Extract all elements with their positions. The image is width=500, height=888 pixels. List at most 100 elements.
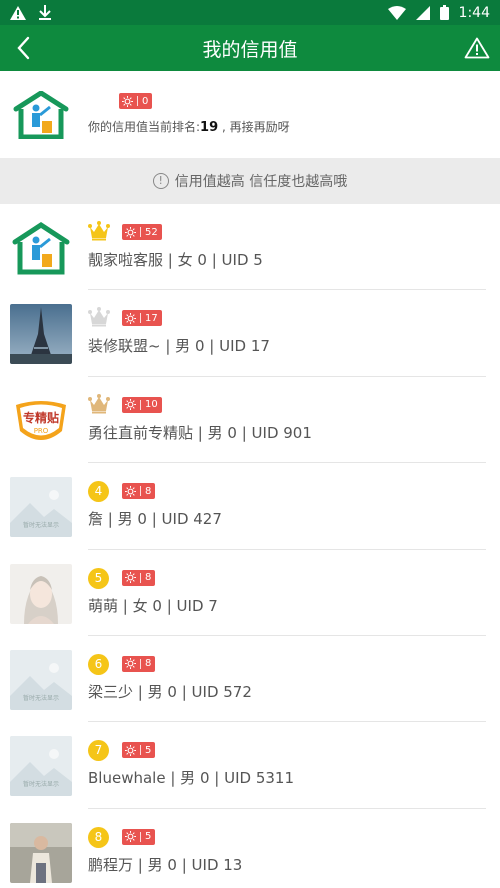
separator: | (133, 855, 148, 874)
user-avatar[interactable] (10, 218, 72, 278)
user-avatar[interactable] (10, 822, 72, 883)
user-gender: 男 (147, 855, 163, 874)
user-name: 鹏程万 (88, 855, 134, 874)
user-info: 萌萌 | 女 0 | UID 7 (88, 595, 218, 616)
rank-number: 5 (88, 567, 109, 589)
wifi-icon (387, 5, 406, 20)
user-avatar[interactable] (10, 563, 72, 624)
ranking-list-item[interactable]: 专精贴 PRO 10 勇往直前专精贴 | 男 0 | UID 901 (0, 377, 500, 464)
user-gender-value: 0 (227, 423, 237, 442)
sun-icon (125, 399, 136, 411)
user-gender: 男 (175, 337, 191, 356)
separator: | (161, 596, 177, 615)
gold-crown-icon (88, 221, 110, 241)
credit-value: 5 (145, 744, 152, 756)
user-avatar[interactable] (10, 304, 72, 365)
user-name: Bluewhale (88, 769, 166, 788)
silver-crown-icon (88, 307, 110, 327)
ranking-list-item[interactable]: 52 靓家啦客服 | 女 0 | UID 5 (0, 204, 500, 291)
credit-value: 52 (145, 226, 158, 238)
separator: | (209, 769, 225, 788)
user-info: 装修联盟~ | 男 0 | UID 17 (88, 335, 270, 356)
sun-icon (125, 744, 136, 756)
credit-value: 17 (145, 312, 158, 324)
user-gender-value: 0 (199, 769, 210, 788)
user-uid: UID 427 (161, 510, 222, 529)
warning-icon (464, 37, 490, 59)
rank-number: 4 (88, 481, 109, 503)
credit-badge: 8 (122, 569, 156, 586)
my-credit-card: 0 你的信用值当前排名:19 , 再接再励呀 (0, 71, 500, 158)
status-time: 1:44 (458, 4, 490, 21)
ranking-list-item[interactable]: 5 8 萌萌 | 女 0 | UID 7 (0, 550, 500, 636)
user-avatar[interactable]: 暂时无法显示 (10, 736, 72, 797)
user-uid: UID 572 (191, 682, 252, 701)
credit-badge: 8 (122, 655, 156, 672)
user-uid: UID 901 (251, 423, 312, 442)
user-info: 鹏程万 | 男 0 | UID 13 (88, 854, 242, 875)
ranking-list-item[interactable]: 暂时无法显示 6 8 梁三少 | 男 0 | UID 572 (0, 636, 500, 723)
my-credit-value: 0 (142, 95, 149, 107)
info-icon: ! (152, 173, 169, 189)
user-name: 萌萌 (88, 596, 119, 615)
credit-badge: 52 (122, 224, 162, 240)
user-gender-value: 0 (197, 251, 207, 269)
user-gender: 男 (180, 769, 196, 788)
rank-value: 19 (200, 120, 219, 135)
separator: | (176, 682, 192, 701)
rank-number: 6 (88, 653, 109, 675)
separator: | (193, 423, 208, 442)
sun-icon (122, 95, 133, 107)
user-info: 靓家啦客服 | 女 0 | UID 5 (88, 249, 263, 270)
download-icon (39, 4, 51, 20)
my-avatar-house-logo[interactable] (12, 91, 70, 139)
separator: | (118, 596, 133, 615)
user-name: 靓家啦客服 (88, 251, 164, 269)
ranking-list-item[interactable]: 17 装修联盟~ | 男 0 | UID 17 (0, 290, 500, 377)
user-gender-value: 0 (152, 596, 162, 615)
user-gender: 女 (132, 596, 148, 615)
avatar-placeholder-text: 暂时无法显示 (22, 522, 59, 530)
separator: | (165, 769, 181, 788)
user-avatar[interactable]: 专精贴 PRO (10, 390, 72, 451)
notice-text: 信用值越高 信任度也越高哦 (174, 174, 348, 190)
credit-badge: 8 (122, 483, 156, 500)
avatar-placeholder-text: 暂时无法显示 (22, 694, 59, 702)
user-name: 詹 (88, 510, 104, 529)
rank-prefix: 你的信用值当前排名: (88, 120, 201, 134)
page-title: 我的信用值 (202, 38, 298, 61)
credit-value: 8 (145, 485, 152, 497)
separator: | (204, 337, 220, 356)
user-uid: UID 5311 (224, 769, 294, 788)
ranking-list-item[interactable]: 暂时无法显示 7 5 Bluewhale | 男 0 | UID 5311 (0, 722, 500, 809)
user-uid: UID 13 (191, 855, 243, 874)
rank-number: 7 (88, 740, 109, 762)
battery-icon (439, 5, 449, 20)
avatar-placeholder-text: 暂时无法显示 (22, 781, 59, 789)
credit-badge: 10 (122, 396, 162, 413)
user-name: 装修联盟~ (88, 337, 161, 356)
ranking-list-item[interactable]: 暂时无法显示 4 8 詹 | 男 0 | UID 427 (0, 463, 500, 550)
sun-icon (125, 312, 136, 324)
credit-value: 8 (145, 658, 152, 670)
credit-value: 10 (145, 399, 158, 411)
ranking-list-item[interactable]: 8 5 鹏程万 | 男 0 | UID 13 (0, 809, 500, 888)
separator: | (206, 251, 222, 269)
app-bar: 我的信用值 (0, 25, 500, 71)
status-bar: 1:44 (0, 0, 500, 25)
sun-icon (125, 485, 136, 497)
back-button[interactable] (8, 33, 38, 63)
chevron-left-icon (17, 36, 30, 60)
separator: | (160, 337, 176, 356)
separator: | (163, 251, 178, 269)
ranking-list: 52 靓家啦客服 | 女 0 | UID 5 17 装修联盟~ | 男 0 | UID… (0, 204, 500, 888)
warning-button[interactable] (462, 33, 492, 63)
user-avatar[interactable]: 暂时无法显示 (10, 649, 72, 710)
user-gender-value: 0 (137, 510, 147, 529)
separator: | (176, 855, 192, 874)
user-gender: 男 (207, 423, 223, 442)
credit-notice: ! 信用值越高 信任度也越高哦 (0, 158, 500, 204)
user-avatar[interactable]: 暂时无法显示 (10, 477, 72, 538)
separator: | (236, 423, 252, 442)
credit-badge: 5 (122, 742, 156, 759)
